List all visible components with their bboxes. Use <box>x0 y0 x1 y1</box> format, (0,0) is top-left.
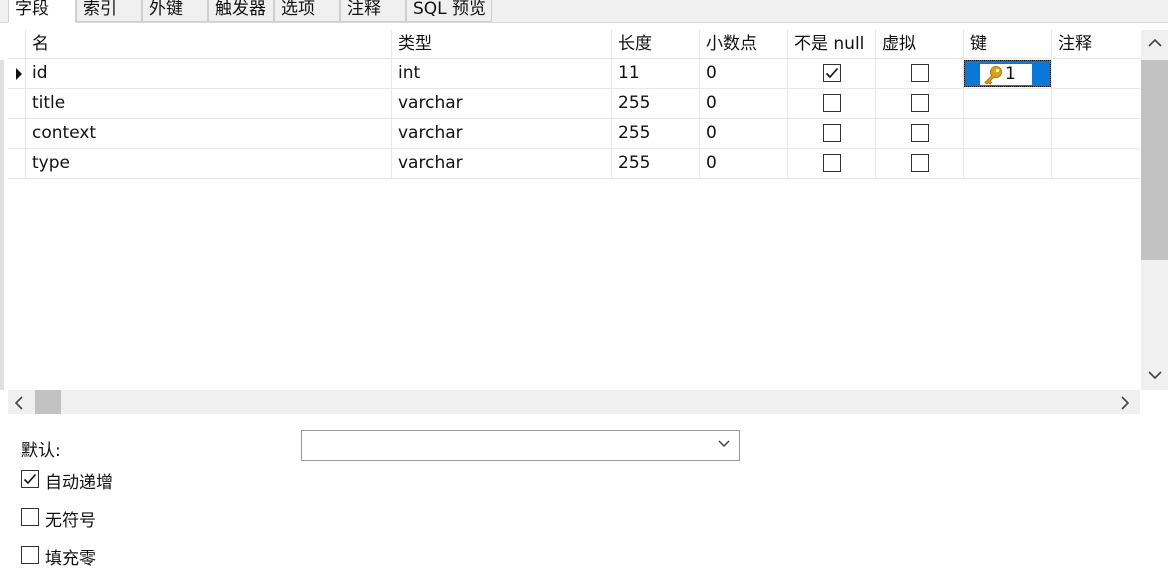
cell-not-null <box>788 149 876 178</box>
cell-length[interactable]: 255 <box>612 149 700 178</box>
cell-comment[interactable] <box>1052 89 1140 118</box>
left-edge <box>0 60 4 390</box>
fields-grid: 名 类型 长度 小数点 不是 null 虚拟 键 注释 id int 11 0 <box>8 30 1140 390</box>
chevron-left-icon[interactable] <box>14 396 24 410</box>
cell-decimals[interactable]: 0 <box>700 119 788 148</box>
cell-name[interactable]: id <box>26 59 392 88</box>
chevron-right-icon[interactable] <box>1120 396 1130 410</box>
vertical-scrollbar[interactable] <box>1141 30 1168 390</box>
check-icon <box>23 473 37 485</box>
cell-type[interactable]: varchar <box>392 149 612 178</box>
not-null-checkbox[interactable] <box>823 154 841 172</box>
row-indicator <box>8 119 26 148</box>
horizontal-scroll-thumb[interactable] <box>35 390 61 414</box>
col-header-name[interactable]: 名 <box>26 30 392 58</box>
col-header-decimals[interactable]: 小数点 <box>700 30 788 58</box>
zerofill-checkbox[interactable] <box>21 546 39 564</box>
check-icon <box>825 67 839 79</box>
zerofill-label[interactable]: 填充零 <box>45 544 96 569</box>
tab-comments[interactable]: 注释 <box>340 0 406 22</box>
row-indicator <box>8 89 26 118</box>
unsigned-checkbox[interactable] <box>21 508 39 526</box>
key-icon <box>984 66 1002 85</box>
key-cell-selected[interactable]: 1 <box>964 60 1051 87</box>
col-header-not-null[interactable]: 不是 null <box>788 30 876 58</box>
tab-sql-preview[interactable]: SQL 预览 <box>406 0 492 22</box>
cell-comment[interactable] <box>1052 149 1140 178</box>
key-value-box: 1 <box>980 64 1032 85</box>
cell-decimals[interactable]: 0 <box>700 89 788 118</box>
cell-comment[interactable] <box>1052 119 1140 148</box>
grid-header: 名 类型 长度 小数点 不是 null 虚拟 键 注释 <box>8 30 1140 59</box>
table-row[interactable]: id int 11 0 1 <box>8 59 1140 89</box>
not-null-checkbox[interactable] <box>823 94 841 112</box>
chevron-up-icon[interactable] <box>1148 38 1162 48</box>
cell-key[interactable] <box>964 149 1052 178</box>
tab-options[interactable]: 选项 <box>274 0 340 22</box>
cell-virtual <box>876 89 964 118</box>
auto-increment-checkbox[interactable] <box>21 470 39 488</box>
table-row[interactable]: type varchar 255 0 <box>8 149 1140 179</box>
auto-increment-label[interactable]: 自动递增 <box>45 468 113 493</box>
table-row[interactable]: context varchar 255 0 <box>8 119 1140 149</box>
tab-triggers[interactable]: 触发器 <box>208 0 274 22</box>
col-header-key[interactable]: 键 <box>964 30 1052 58</box>
tab-indexes[interactable]: 索引 <box>76 0 142 22</box>
cell-comment[interactable] <box>1052 59 1140 88</box>
col-header-virtual[interactable]: 虚拟 <box>876 30 964 58</box>
not-null-checkbox[interactable] <box>823 64 841 82</box>
cell-decimals[interactable]: 0 <box>700 59 788 88</box>
virtual-checkbox[interactable] <box>911 64 929 82</box>
cell-length[interactable]: 255 <box>612 119 700 148</box>
virtual-checkbox[interactable] <box>911 94 929 112</box>
virtual-checkbox[interactable] <box>911 124 929 142</box>
default-select[interactable] <box>301 430 740 461</box>
vertical-scroll-thumb[interactable] <box>1141 60 1168 260</box>
chevron-down-icon[interactable] <box>1148 370 1162 380</box>
tab-fields[interactable]: 字段 <box>8 0 76 23</box>
not-null-checkbox[interactable] <box>823 124 841 142</box>
cell-length[interactable]: 11 <box>612 59 700 88</box>
key-order: 1 <box>1005 64 1016 84</box>
tab-foreign-keys[interactable]: 外键 <box>142 0 208 22</box>
cell-key[interactable] <box>964 89 1052 118</box>
cell-not-null <box>788 119 876 148</box>
unsigned-label[interactable]: 无符号 <box>45 506 96 531</box>
cell-not-null <box>788 59 876 88</box>
cell-name[interactable]: title <box>26 89 392 118</box>
table-row[interactable]: title varchar 255 0 <box>8 89 1140 119</box>
cell-type[interactable]: int <box>392 59 612 88</box>
cell-type[interactable]: varchar <box>392 119 612 148</box>
cell-type[interactable]: varchar <box>392 89 612 118</box>
row-indicator <box>8 59 26 88</box>
cell-decimals[interactable]: 0 <box>700 149 788 178</box>
cell-length[interactable]: 255 <box>612 89 700 118</box>
cell-virtual <box>876 149 964 178</box>
col-header-length[interactable]: 长度 <box>612 30 700 58</box>
cell-name[interactable]: type <box>26 149 392 178</box>
field-properties-panel: 默认: 自动递增 无符号 填充零 <box>0 418 1168 577</box>
cell-virtual <box>876 59 964 88</box>
row-indicator <box>8 149 26 178</box>
cell-not-null <box>788 89 876 118</box>
cell-key[interactable] <box>964 119 1052 148</box>
header-indicator <box>8 30 26 58</box>
col-header-type[interactable]: 类型 <box>392 30 612 58</box>
virtual-checkbox[interactable] <box>911 154 929 172</box>
col-header-comment[interactable]: 注释 <box>1052 30 1140 58</box>
tab-bar: 字段 索引 外键 触发器 选项 注释 SQL 预览 <box>0 0 1168 23</box>
horizontal-scrollbar[interactable] <box>8 390 1140 414</box>
cell-name[interactable]: context <box>26 119 392 148</box>
cell-virtual <box>876 119 964 148</box>
default-label: 默认: <box>21 441 61 461</box>
current-row-arrow-icon <box>16 68 22 80</box>
chevron-down-icon <box>718 440 730 448</box>
